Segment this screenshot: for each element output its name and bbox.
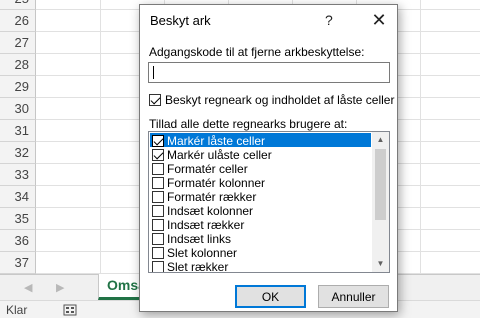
- password-input[interactable]: [148, 62, 390, 83]
- scrollbar-thumb[interactable]: [375, 149, 386, 220]
- permission-checkbox[interactable]: [152, 246, 164, 259]
- permission-label: Formatér celler: [167, 161, 248, 176]
- grid-line: [100, 0, 101, 274]
- row-header[interactable]: 35: [0, 208, 36, 230]
- row-header[interactable]: 33: [0, 164, 36, 186]
- caret-left-icon[interactable]: ◀: [24, 281, 32, 294]
- protect-sheet-checkbox[interactable]: [149, 93, 161, 106]
- row-header[interactable]: 34: [0, 186, 36, 208]
- permission-item[interactable]: Indsæt links: [150, 231, 371, 246]
- list-scrollbar[interactable]: ▲ ▼: [372, 132, 389, 272]
- protect-sheet-label: Beskyt regneark og indholdet af låste ce…: [165, 92, 395, 107]
- row-header[interactable]: 28: [0, 54, 36, 76]
- permission-item[interactable]: Formatér kolonner: [150, 175, 371, 190]
- permission-item[interactable]: Markér ulåste celler: [150, 147, 371, 162]
- row-header[interactable]: 37: [0, 252, 36, 274]
- permission-label: Indsæt rækker: [167, 217, 245, 232]
- cancel-button[interactable]: Annuller: [318, 285, 389, 308]
- page-layout-icon[interactable]: [63, 304, 77, 316]
- ok-button[interactable]: OK: [235, 285, 306, 308]
- close-icon[interactable]: ✕: [366, 7, 392, 33]
- row-header[interactable]: 27: [0, 32, 36, 54]
- permission-checkbox[interactable]: [152, 260, 164, 272]
- row-header[interactable]: 25: [0, 0, 36, 10]
- row-header[interactable]: 29: [0, 76, 36, 98]
- row-header[interactable]: 30: [0, 98, 36, 120]
- row-header[interactable]: 31: [0, 120, 36, 142]
- permission-item[interactable]: Markér låste celler: [150, 133, 371, 148]
- dialog-title: Beskyt ark: [150, 13, 211, 28]
- password-label: Adgangskode til at fjerne arkbeskyttelse…: [149, 45, 365, 59]
- caret-right-icon[interactable]: ▶: [56, 281, 64, 294]
- permission-checkbox[interactable]: [152, 218, 164, 231]
- text-caret: [153, 66, 154, 79]
- permission-checkbox[interactable]: [152, 162, 164, 175]
- permission-checkbox[interactable]: [152, 148, 164, 161]
- permission-checkbox[interactable]: [152, 190, 164, 203]
- scroll-down-icon[interactable]: ▼: [372, 256, 389, 272]
- permission-item[interactable]: Slet rækker: [150, 259, 371, 273]
- permission-item[interactable]: Formatér celler: [150, 161, 371, 176]
- permission-item[interactable]: Slet kolonner: [150, 245, 371, 260]
- grid-line: [420, 0, 421, 274]
- permission-item[interactable]: Indsæt kolonner: [150, 203, 371, 218]
- permission-label: Indsæt kolonner: [167, 203, 254, 218]
- permission-checkbox[interactable]: [152, 232, 164, 245]
- permission-label: Formatér rækker: [167, 189, 257, 204]
- permission-label: Formatér kolonner: [167, 175, 266, 190]
- row-header[interactable]: 36: [0, 230, 36, 252]
- permission-item[interactable]: Indsæt rækker: [150, 217, 371, 232]
- allow-users-label: Tillad alle dette regnearks brugere at:: [149, 117, 348, 131]
- protect-sheet-dialog: Beskyt ark ? ✕ Adgangskode til at fjerne…: [139, 4, 398, 312]
- permission-checkbox[interactable]: [152, 134, 164, 147]
- permission-label: Markér ulåste celler: [167, 147, 272, 162]
- permission-label: Markér låste celler: [167, 133, 266, 148]
- permission-label: Indsæt links: [167, 231, 232, 246]
- permission-item[interactable]: Formatér rækker: [150, 189, 371, 204]
- row-header[interactable]: 26: [0, 10, 36, 32]
- protect-sheet-checkbox-row[interactable]: Beskyt regneark og indholdet af låste ce…: [149, 92, 394, 107]
- status-ready-text: Klar: [6, 303, 28, 317]
- scroll-up-icon[interactable]: ▲: [372, 132, 389, 148]
- permission-label: Slet rækker: [167, 259, 229, 273]
- permission-label: Slet kolonner: [167, 245, 238, 260]
- permission-checkbox[interactable]: [152, 176, 164, 189]
- permissions-list[interactable]: Markér låste celler Markér ulåste celler F…: [148, 131, 390, 273]
- row-header[interactable]: 32: [0, 142, 36, 164]
- permission-checkbox[interactable]: [152, 204, 164, 217]
- help-icon[interactable]: ?: [325, 12, 333, 28]
